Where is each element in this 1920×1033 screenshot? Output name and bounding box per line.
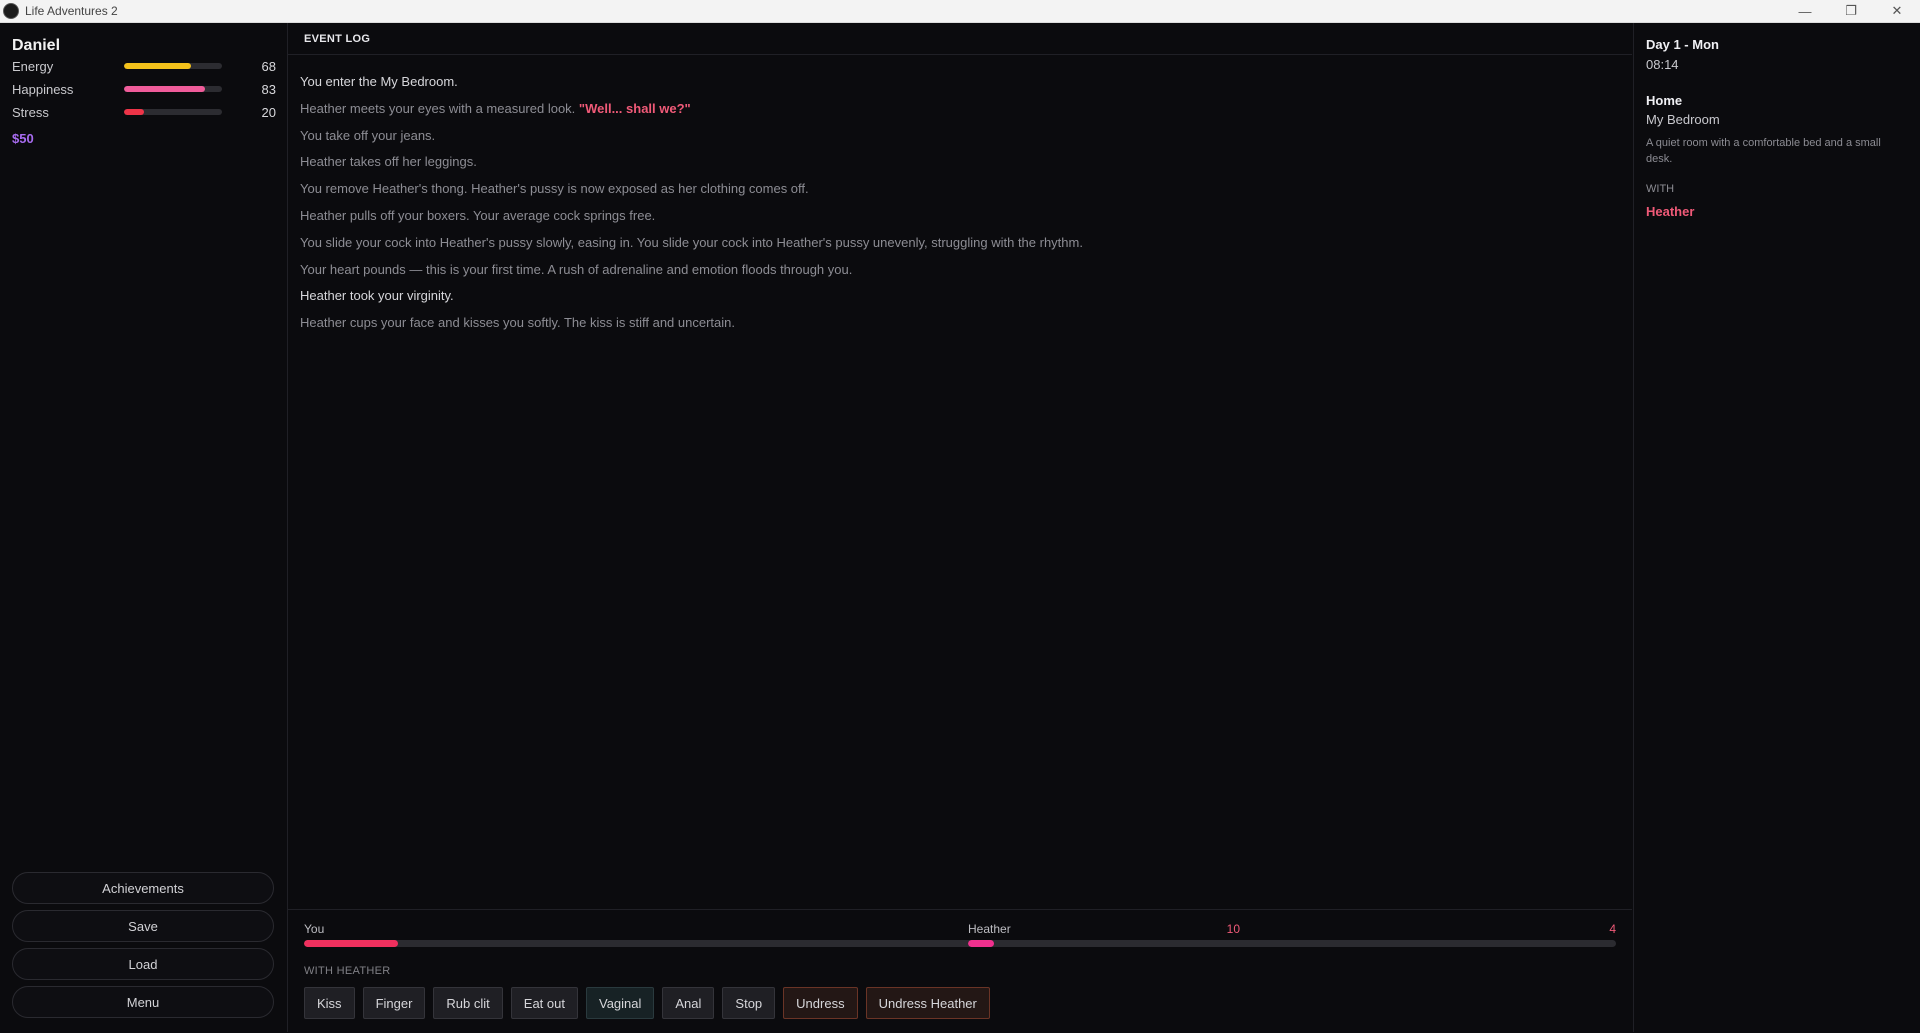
stat-fill [124,63,191,69]
eat-out-button[interactable]: Eat out [510,987,578,1019]
actions-section-label: WITH HEATHER [304,965,391,977]
undress-partner-button[interactable]: Undress Heather [865,987,990,1019]
save-button[interactable]: Save [12,910,274,942]
window-controls: — ❐ ✕ [1782,0,1920,22]
log-text: You remove Heather's thong. Heather's pu… [300,181,809,197]
log-line: You remove Heather's thong. Heather's pu… [300,176,1600,203]
room-description: A quiet room with a comfortable bed and … [1646,137,1881,165]
log-line: You take off your jeans. [300,123,1600,150]
anal-button[interactable]: Anal [662,987,715,1019]
partner-arousal-fill [968,940,994,947]
stat-value: 68 [261,58,276,74]
location-sidebar: Day 1 - Mon 08:14 Home My Bedroom A quie… [1633,23,1920,1032]
partner-arousal-label: Heather [968,922,1011,936]
finger-button[interactable]: Finger [362,987,426,1019]
log-line: You enter the My Bedroom. [300,69,1600,96]
kiss-button[interactable]: Kiss [304,987,355,1019]
stat-fill [124,109,144,115]
stat-fill [124,86,206,92]
stat-label: Happiness [12,81,74,97]
you-arousal-fill [304,940,398,947]
log-text: Heather pulls off your boxers. Your aver… [300,207,656,223]
player-sidebar: Daniel Energy 68 Happiness 83 Stress 20 … [0,23,288,1032]
day-label: Day 1 - Mon [1646,37,1719,52]
log-text: Heather took your virginity. [300,288,454,304]
log-line: Heather takes off her leggings. [300,149,1600,176]
log-line: Heather meets your eyes with a measured … [300,96,1600,123]
rub-clit-button[interactable]: Rub clit [433,987,503,1019]
log-line: Your heart pounds — this is your first t… [300,257,1600,284]
window-title: Life Adventures 2 [25,4,118,18]
event-log-title: EVENT LOG [304,33,371,45]
you-arousal-label: You [304,922,325,936]
stat-energy: Energy 68 [12,56,276,76]
menu-button[interactable]: Menu [12,986,274,1018]
money-display: $50 [12,131,34,146]
npc-link[interactable]: Heather [1646,204,1694,219]
time-label: 08:14 [1646,57,1679,72]
log-line: Heather pulls off your boxers. Your aver… [300,203,1600,230]
event-log-header: EVENT LOG [288,23,1632,55]
with-label: WITH [1646,183,1675,195]
vaginal-button[interactable]: Vaginal [585,987,655,1019]
log-text: Heather cups your face and kisses you so… [300,315,735,331]
log-text: You slide your cock into Heather's pussy… [300,234,1083,250]
action-buttons: Kiss Finger Rub clit Eat out Vaginal Ana… [304,987,990,1019]
log-text: Heather meets your eyes with a measured … [300,100,579,116]
main-panel: EVENT LOG You enter the My Bedroom. Heat… [288,23,1632,1033]
achievements-button[interactable]: Achievements [12,872,274,904]
stat-value: 83 [261,81,276,97]
maximize-icon[interactable]: ❐ [1828,0,1874,22]
dialogue-quote: "Well... shall we?" [578,100,691,116]
log-text: You take off your jeans. [300,127,436,143]
minimize-icon[interactable]: — [1782,0,1828,22]
stat-label: Stress [12,104,49,120]
stat-value: 20 [261,104,276,120]
close-icon[interactable]: ✕ [1874,0,1920,22]
stat-bar [124,109,222,115]
log-line: Heather cups your face and kisses you so… [300,310,1600,337]
undress-button[interactable]: Undress [783,987,858,1019]
event-log[interactable]: You enter the My Bedroom. Heather meets … [300,69,1600,337]
log-line: Heather took your virginity. [300,283,1600,310]
player-name: Daniel [12,37,61,54]
log-text: You enter the My Bedroom. [300,74,458,89]
area-name: Home [1646,93,1683,108]
stat-happiness: Happiness 83 [12,79,276,99]
partner-arousal-value: 4 [1609,922,1616,936]
partner-arousal-bar [968,940,1616,947]
room-name: My Bedroom [1646,112,1720,127]
stop-button[interactable]: Stop [722,987,776,1019]
stat-stress: Stress 20 [12,102,276,122]
stat-label: Energy [12,58,54,74]
stat-bar [124,63,222,69]
app-icon [3,3,19,19]
you-arousal-value: 10 [1226,922,1240,936]
stat-bar [124,86,222,92]
log-line: You slide your cock into Heather's pussy… [300,230,1600,257]
log-text: Heather takes off her leggings. [300,154,477,170]
log-text: Your heart pounds — this is your first t… [300,261,853,277]
interaction-panel: You 10 Heather 4 WITH HEATHER Kiss Finge… [288,909,1632,1033]
load-button[interactable]: Load [12,948,274,980]
title-bar: Life Adventures 2 — ❐ ✕ [0,0,1920,23]
